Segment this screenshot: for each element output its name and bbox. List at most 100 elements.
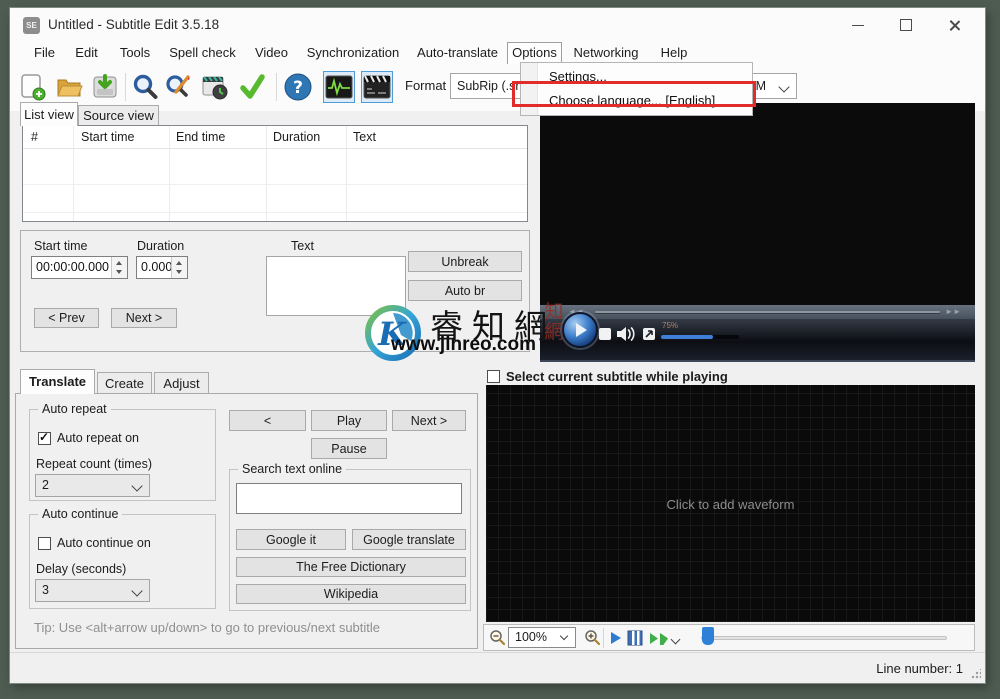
chevron-down-icon[interactable] [671, 635, 681, 645]
text-label: Text [291, 239, 314, 253]
open-file-icon [55, 73, 83, 101]
zoom-in-icon[interactable] [584, 629, 601, 646]
play-button[interactable] [562, 312, 598, 348]
video-player-icon [363, 75, 391, 99]
delay-combo[interactable]: 3 [35, 579, 150, 602]
column-header-duration[interactable]: Duration [273, 130, 320, 144]
repeat-count-combo[interactable]: 2 [35, 474, 150, 497]
search-text-online-group: Search text online Google it Google tran… [229, 469, 471, 611]
volume-slider[interactable] [661, 335, 739, 339]
free-dictionary-button[interactable]: The Free Dictionary [236, 557, 466, 577]
waveform-position-slider[interactable] [701, 636, 947, 640]
column-header-start-time[interactable]: Start time [81, 130, 135, 144]
spectrogram-icon[interactable] [627, 630, 643, 646]
column-header-text[interactable]: Text [353, 130, 376, 144]
toggle-video-button[interactable] [361, 71, 393, 103]
chevron-down-icon [778, 81, 789, 92]
spinner-arrows[interactable] [111, 257, 127, 278]
prev-button[interactable]: < Prev [34, 308, 99, 328]
auto-continue-checkbox[interactable] [38, 537, 51, 550]
fast-forward-icon[interactable]: ►► [945, 307, 961, 316]
tab-list-view[interactable]: List view [20, 102, 78, 126]
auto-repeat-checkbox[interactable] [38, 432, 51, 445]
play-subtitle-button[interactable]: Play [311, 410, 387, 431]
video-display[interactable] [540, 103, 975, 305]
menu-options[interactable]: Options [507, 42, 562, 64]
start-time-label: Start time [34, 239, 88, 253]
unbreak-button[interactable]: Unbreak [408, 251, 522, 272]
waveform-zoom-value: 100% [515, 630, 547, 644]
app-icon: SE [23, 17, 40, 34]
tab-source-view[interactable]: Source view [78, 105, 159, 126]
search-text-online-title: Search text online [238, 462, 346, 476]
back-button[interactable]: < [229, 410, 306, 431]
title-bar[interactable]: SE Untitled - Subtitle Edit 3.5.18 [10, 8, 985, 42]
pause-button[interactable]: Pause [311, 438, 387, 459]
waveform-play-icon[interactable] [610, 631, 622, 645]
auto-br-button[interactable]: Auto br [408, 280, 522, 301]
video-seek-bar[interactable]: ◄◄ ►► [540, 305, 975, 319]
visual-sync-icon [201, 73, 229, 101]
close-button[interactable] [934, 12, 974, 38]
toggle-waveform-button[interactable] [323, 71, 355, 103]
next-subtitle-button[interactable]: Next > [392, 410, 466, 431]
duration-spinner[interactable]: 0.000 [136, 256, 188, 279]
auto-repeat-title: Auto repeat [38, 402, 111, 416]
wikipedia-button[interactable]: Wikipedia [236, 584, 466, 604]
playback-speed-icon[interactable] [649, 632, 671, 645]
menu-file[interactable]: File [26, 42, 63, 64]
help-button[interactable]: ? [282, 71, 314, 103]
new-file-button[interactable] [17, 71, 49, 103]
start-time-value: 00:00:00.000 [36, 260, 109, 274]
svg-text:?: ? [293, 78, 303, 98]
column-header-number[interactable]: # [31, 130, 38, 144]
minimize-icon [852, 25, 864, 26]
next-button[interactable]: Next > [111, 308, 177, 328]
find-icon [131, 73, 159, 101]
zoom-out-icon[interactable] [489, 629, 506, 646]
menu-tools[interactable]: Tools [110, 42, 160, 64]
spin-up-icon [176, 261, 182, 265]
seek-track[interactable] [595, 311, 940, 313]
tab-adjust[interactable]: Adjust [154, 372, 209, 394]
menu-help[interactable]: Help [650, 42, 698, 64]
speaker-icon[interactable] [616, 326, 636, 342]
resize-grip[interactable] [971, 669, 981, 679]
menu-spell-check[interactable]: Spell check [160, 42, 245, 64]
google-translate-button[interactable]: Google translate [352, 529, 466, 550]
start-time-spinner[interactable]: 00:00:00.000 [31, 256, 128, 279]
menu-synchronization[interactable]: Synchronization [298, 42, 408, 64]
auto-repeat-group: Auto repeat Auto repeat on Repeat count … [29, 409, 216, 501]
menu-networking[interactable]: Networking [562, 42, 650, 64]
waveform-zoom-combo[interactable]: 100% [508, 627, 576, 648]
fullscreen-icon[interactable] [642, 327, 656, 341]
waveform-area[interactable]: Click to add waveform [486, 385, 975, 622]
spinner-arrows[interactable] [171, 257, 187, 278]
select-current-subtitle-checkbox[interactable] [487, 370, 500, 383]
menu-auto-translate[interactable]: Auto-translate [408, 42, 507, 64]
row-divider [23, 184, 527, 185]
select-current-subtitle-label: Select current subtitle while playing [506, 369, 728, 384]
toolbar-separator [125, 73, 126, 101]
new-file-icon [19, 73, 47, 101]
menu-edit[interactable]: Edit [63, 42, 110, 64]
stop-button[interactable] [599, 328, 611, 340]
open-file-button[interactable] [53, 71, 85, 103]
visual-sync-button[interactable] [199, 71, 231, 103]
spell-check-button[interactable] [236, 71, 268, 103]
chevron-down-icon [560, 632, 568, 640]
tab-create[interactable]: Create [97, 372, 152, 394]
column-header-end-time[interactable]: End time [176, 130, 225, 144]
tab-translate[interactable]: Translate [20, 369, 95, 394]
google-it-button[interactable]: Google it [236, 529, 346, 550]
save-button[interactable] [89, 71, 121, 103]
menu-video[interactable]: Video [245, 42, 298, 64]
maximize-button[interactable] [886, 12, 926, 38]
replace-button[interactable] [162, 71, 194, 103]
search-text-input[interactable] [236, 483, 462, 514]
subtitle-list[interactable]: # Start time End time Duration Text [22, 125, 528, 222]
minimize-button[interactable] [838, 12, 878, 38]
waveform-slider-thumb[interactable] [702, 627, 714, 645]
find-button[interactable] [129, 71, 161, 103]
volume-percent: 75% [662, 321, 678, 330]
